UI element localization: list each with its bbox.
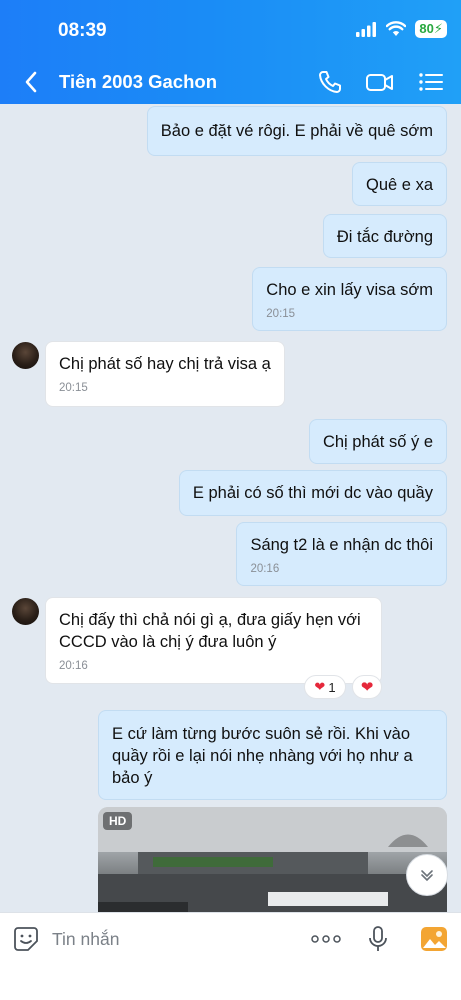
message-bubble-outgoing[interactable]: E cứ làm từng bước suôn sẻ rồi. Khi vào … [98,710,447,800]
chat-header: 08:39 80⚡ Tiên 2003 Gachon [0,0,461,104]
contact-name[interactable]: Tiên 2003 Gachon [59,71,217,93]
message-bubble-incoming[interactable]: Chị phát số hay chị trả visa ạ 20:15 [45,341,285,407]
message-bubble-outgoing[interactable]: E phải có số thì mới dc vào quầy [178,470,447,516]
message-text: Chị phát số ý e [322,433,433,451]
react-button[interactable]: ❤ [352,675,382,699]
battery-level: 80 [419,21,434,36]
heart-icon: ❤ [360,679,374,696]
message-text: Chị đấy thì chả nói gì ạ, đưa giấy hẹn v… [59,611,361,651]
message-bubble-outgoing[interactable]: Đi tắc đường [322,214,447,258]
message-bubble-outgoing[interactable]: Cho e xin lấy visa sớm 20:15 [252,267,447,331]
message-text: Quê e xa [366,176,433,194]
message-bubble-outgoing[interactable]: Chị phát số ý e [308,419,447,464]
contact-avatar[interactable] [12,598,39,625]
message-composer: Tin nhắn [0,912,461,1000]
message-time: 20:16 [250,563,280,575]
message-text: Cho e xin lấy visa sớm [266,281,433,299]
message-input[interactable]: Tin nhắn [52,929,119,950]
wifi-icon [386,21,407,36]
message-text: E phải có số thì mới dc vào quầy [192,484,433,502]
status-indicators: 80⚡ [355,20,447,38]
reaction-count: 1 [328,679,336,695]
message-bubble-outgoing[interactable]: Quê e xa [352,162,447,206]
message-bubble-incoming[interactable]: Chị đấy thì chả nói gì ạ, đưa giấy hẹn v… [45,597,382,684]
phone-call-icon[interactable] [316,68,344,96]
status-time: 08:39 [58,20,107,41]
message-text: E cứ làm từng bước suôn sẻ rồi. Khi vào … [112,725,413,787]
contact-avatar[interactable] [12,342,39,369]
chevron-down-icon [421,870,433,882]
photo-content [98,807,447,912]
message-text: Chị phát số hay chị trả visa ạ [59,355,271,373]
hd-badge: HD [103,812,133,830]
menu-list-icon[interactable] [417,68,445,96]
message-bubble-outgoing[interactable]: Sáng t2 là e nhận dc thôi 20:16 [236,522,447,586]
microphone-icon[interactable] [368,925,388,953]
sticker-icon[interactable] [13,926,39,952]
battery-indicator: 80⚡ [415,20,447,38]
message-text: Đi tắc đường [336,228,433,246]
photo-message[interactable]: HD [98,807,447,912]
message-time: 20:15 [59,382,88,394]
message-bubble-outgoing[interactable]: Bảo e đặt vé rôgi. E phải về quê sớm [146,106,447,156]
chat-messages[interactable]: Bảo e đặt vé rôgi. E phải về quê sớm Quê… [0,104,461,912]
signal-icon [356,22,377,37]
more-options-icon[interactable] [311,935,341,943]
reaction-summary[interactable]: ❤ 1 [304,675,346,699]
video-call-icon[interactable] [365,68,395,96]
message-time: 20:16 [59,660,88,672]
message-text: Bảo e đặt vé rôgi. E phải về quê sớm [160,122,433,140]
message-time: 20:15 [266,308,296,320]
message-text: Sáng t2 là e nhận dc thôi [250,536,433,554]
back-button[interactable] [20,69,44,95]
heart-icon: ❤ [314,679,326,694]
image-gallery-icon[interactable] [420,926,448,952]
scroll-to-bottom-button[interactable] [406,854,448,896]
